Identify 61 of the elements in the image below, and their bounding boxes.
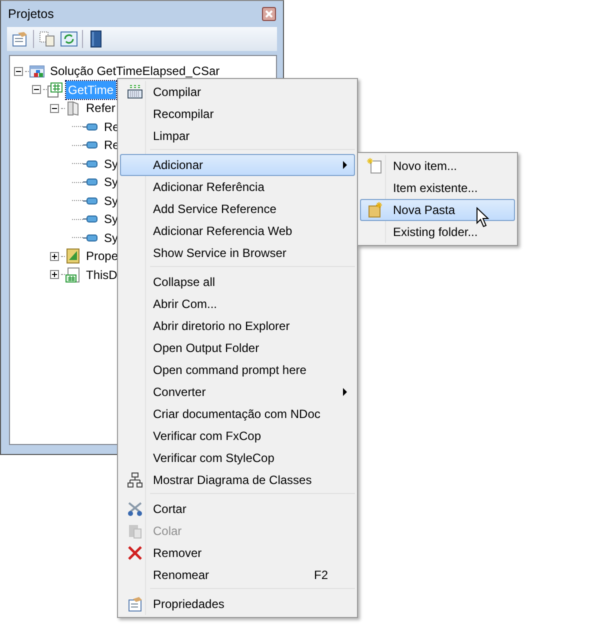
cursor-icon	[476, 207, 490, 228]
expand-toggle[interactable]	[50, 270, 59, 280]
tree-item[interactable]: Sy	[102, 228, 120, 247]
new-file-icon	[367, 158, 383, 174]
code-file-icon	[65, 266, 81, 283]
menu-item[interactable]: Converter	[120, 381, 355, 403]
tree-item[interactable]: Sy	[102, 173, 120, 192]
delete-icon	[127, 545, 143, 561]
menu-item[interactable]: Adicionar Referencia Web	[120, 220, 355, 242]
tree-item[interactable]: Sy	[102, 154, 120, 173]
diagram-icon	[127, 472, 143, 488]
menu-item[interactable]: Mostrar Diagrama de Classes	[120, 469, 355, 491]
menu-item[interactable]: Limpar	[120, 125, 355, 147]
menu-item[interactable]: Open Output Folder	[120, 337, 355, 359]
menu-item[interactable]: Existing folder...	[360, 221, 515, 243]
menu-item[interactable]: Criar documentação com NDoc	[120, 403, 355, 425]
menu-item[interactable]: Adicionar	[120, 154, 355, 176]
menu-item[interactable]: Item existente...	[360, 177, 515, 199]
menu-item[interactable]: Abrir Com...	[120, 293, 355, 315]
menu-item[interactable]: Adicionar Referência	[120, 176, 355, 198]
menu-item[interactable]: Abrir diretorio no Explorer	[120, 315, 355, 337]
collapse-toggle[interactable]	[14, 66, 23, 76]
menu-item[interactable]: Show Service in Browser	[120, 242, 355, 264]
properties-icon	[127, 596, 143, 612]
menu-item[interactable]: Nova Pasta	[360, 199, 515, 221]
menu-item[interactable]: Renomear F2	[120, 564, 355, 586]
menu-item[interactable]: Verificar com FxCop	[120, 425, 355, 447]
collapse-toggle[interactable]	[32, 85, 41, 94]
tree-item[interactable]: Refer	[84, 99, 118, 118]
menu-item[interactable]: Compilar	[120, 81, 355, 103]
collapse-toggle[interactable]	[50, 104, 59, 113]
new-folder-icon	[367, 202, 383, 218]
close-button[interactable]	[262, 7, 276, 21]
properties-icon[interactable]	[11, 30, 29, 48]
submenu-arrow-icon	[343, 388, 348, 396]
menu-item[interactable]: Novo item...	[360, 155, 515, 177]
tree-item[interactable]: Sy	[102, 210, 120, 228]
submenu-arrow-icon	[343, 161, 348, 169]
project-icon	[47, 82, 63, 98]
tree-item[interactable]: ThisD	[84, 266, 120, 284]
clipboard-icon	[127, 523, 143, 539]
tree-item[interactable]: Solução GetTimeElapsed_CSar	[48, 62, 222, 80]
menu-item[interactable]: Remover	[120, 542, 355, 564]
menu-item[interactable]: Cortar	[120, 498, 355, 520]
menu-item[interactable]: Add Service Reference	[120, 198, 355, 220]
tree-item[interactable]: Prope	[84, 247, 120, 266]
tree-item[interactable]: Sy	[102, 192, 120, 210]
menu-item[interactable]: Propriedades	[120, 593, 355, 615]
refresh-icon[interactable]	[60, 30, 78, 48]
book-icon	[65, 100, 81, 116]
copy-icon[interactable]	[38, 30, 56, 48]
panel-title: Projetos	[8, 6, 54, 23]
solution-icon	[29, 63, 45, 80]
menu-item[interactable]: Open command prompt here	[120, 359, 355, 381]
expand-toggle[interactable]	[50, 252, 59, 261]
menu-item[interactable]: Collapse all	[120, 271, 355, 293]
build-icon	[127, 84, 143, 100]
menu-item[interactable]: Verificar com StyleCop	[120, 447, 355, 469]
scissors-icon	[127, 501, 143, 517]
properties-icon	[65, 248, 81, 264]
menu-item[interactable]: Recompilar	[120, 103, 355, 125]
